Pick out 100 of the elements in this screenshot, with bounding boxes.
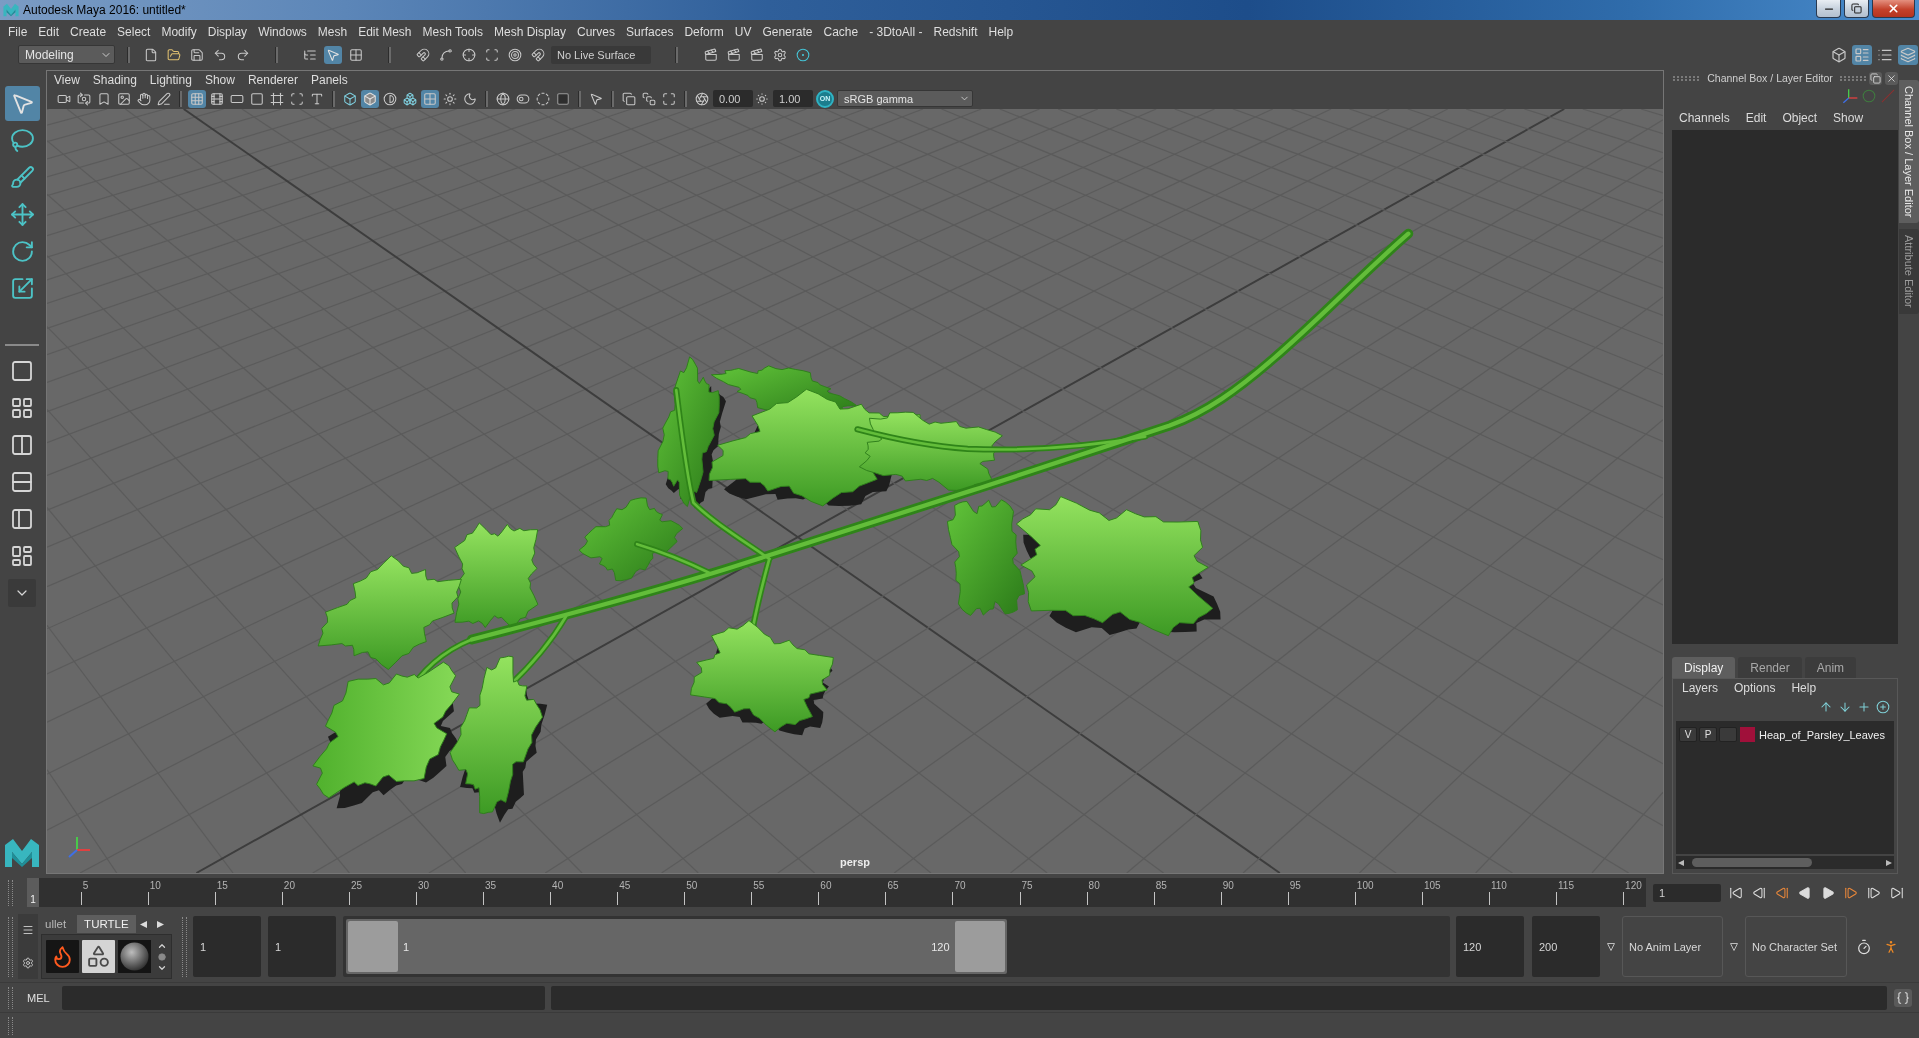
- circle-plus-icon[interactable]: [1875, 699, 1891, 715]
- character-set-field[interactable]: No Character Set: [1745, 916, 1847, 977]
- menu-item[interactable]: Cache: [823, 24, 859, 39]
- menu-item[interactable]: Generate: [762, 24, 813, 39]
- cursor-icon[interactable]: [324, 45, 342, 64]
- channel-menu-item[interactable]: Object: [1782, 111, 1818, 125]
- close-button[interactable]: [1872, 0, 1915, 18]
- menu-item[interactable]: Redshift: [933, 24, 978, 39]
- sphere-icon[interactable]: [118, 940, 151, 973]
- panel-menu-item[interactable]: Renderer: [247, 72, 298, 87]
- menu-item[interactable]: Display: [207, 24, 248, 39]
- scrollbar[interactable]: [1676, 856, 1894, 869]
- chevron-down-icon[interactable]: [8, 579, 36, 607]
- range-end-handle[interactable]: [954, 921, 1005, 972]
- playback-start-field[interactable]: 1: [268, 916, 336, 977]
- settings-icon[interactable]: [21, 955, 35, 970]
- playback-toggle[interactable]: P: [1699, 727, 1717, 742]
- layers-icon[interactable]: [1898, 44, 1918, 65]
- arrow-right-icon[interactable]: [1886, 858, 1892, 867]
- flame-icon[interactable]: [46, 940, 79, 973]
- menu-item[interactable]: Edit: [38, 24, 60, 39]
- cursor-icon[interactable]: [4, 86, 40, 121]
- shelf-tab[interactable]: ullet: [38, 915, 74, 933]
- panel-menu-item[interactable]: Panels: [310, 72, 348, 87]
- playback-end-field[interactable]: 120: [1456, 916, 1524, 977]
- channel-menu-item[interactable]: Show: [1833, 111, 1864, 125]
- arrow-left-icon[interactable]: [139, 919, 147, 929]
- panel-menu-item[interactable]: Lighting: [149, 72, 192, 87]
- view-transform-dropdown[interactable]: sRGB gamma: [837, 90, 973, 107]
- current-frame-marker[interactable]: 1: [27, 878, 39, 907]
- panel-menu-item[interactable]: Shading: [92, 72, 137, 87]
- side-tab[interactable]: Attribute Editor: [1899, 229, 1919, 315]
- shaded-cube-icon[interactable]: [361, 89, 379, 108]
- grip-handle[interactable]: [8, 879, 13, 906]
- time-slider[interactable]: 5 10 15 20 25 30 35 40 45 50 55 60 65 70 75 80 85 90 95 100 105 110 115 120 1: [27, 878, 1646, 907]
- dot-icon[interactable]: [157, 951, 167, 962]
- menu-item[interactable]: Mesh Tools: [422, 24, 483, 39]
- layer-editor-tab[interactable]: Anim: [1804, 657, 1857, 678]
- menu-item[interactable]: Surfaces: [626, 24, 674, 39]
- panel-menu-item[interactable]: Show: [204, 72, 235, 87]
- layer-editor-tab[interactable]: Display: [1672, 657, 1736, 678]
- range-slider-track[interactable]: 1 120: [343, 916, 1450, 977]
- grip-handle[interactable]: [8, 986, 13, 1009]
- display-type-toggle[interactable]: [1719, 727, 1737, 742]
- shelf-tab[interactable]: TURTLE: [77, 915, 136, 933]
- animation-end-field[interactable]: 200: [1532, 916, 1600, 977]
- arrow-left-icon[interactable]: [1678, 858, 1684, 867]
- panel-menu-item[interactable]: View: [54, 72, 80, 87]
- braces-icon[interactable]: [1893, 988, 1912, 1007]
- layer-editor-tab[interactable]: Render: [1738, 657, 1802, 678]
- command-input[interactable]: [61, 985, 545, 1010]
- channel-menu-item[interactable]: Edit: [1745, 111, 1767, 125]
- layer-menu-item[interactable]: Help: [1791, 681, 1817, 695]
- menu-item[interactable]: Mesh Display: [494, 24, 567, 39]
- menu-set-dropdown[interactable]: Modeling: [18, 45, 115, 64]
- menu-item[interactable]: Create: [70, 24, 107, 39]
- arrow-right-icon[interactable]: [156, 919, 164, 929]
- scrollbar-thumb[interactable]: [1692, 858, 1812, 867]
- grip-handle[interactable]: [1840, 75, 1866, 81]
- channel-menu-item[interactable]: Channels: [1679, 111, 1730, 125]
- caret-icon[interactable]: [1606, 942, 1616, 951]
- gamma-field[interactable]: 1.00: [773, 90, 813, 107]
- timer-icon[interactable]: [1855, 937, 1873, 956]
- menu-item[interactable]: Curves: [577, 24, 616, 39]
- current-frame-field[interactable]: 1: [1653, 883, 1721, 902]
- arrow-up-icon[interactable]: [1818, 699, 1834, 715]
- 3d-viewport[interactable]: persp: [47, 109, 1663, 873]
- layer-name[interactable]: Heap_of_Parsley_Leaves: [1759, 728, 1885, 741]
- exposure-field[interactable]: 0.00: [713, 90, 753, 107]
- menu-item[interactable]: Deform: [684, 24, 724, 39]
- grid-icon[interactable]: [421, 89, 439, 108]
- grip-handle[interactable]: [182, 916, 187, 977]
- menu-item[interactable]: Windows: [258, 24, 307, 39]
- grid-icon[interactable]: [188, 89, 206, 108]
- menu-item[interactable]: Modify: [161, 24, 197, 39]
- animation-start-field[interactable]: 1: [193, 916, 261, 977]
- plus-icon[interactable]: [1856, 699, 1872, 715]
- menu-item[interactable]: Select: [117, 24, 151, 39]
- color-swatch-icon[interactable]: [1740, 727, 1755, 742]
- menu-item[interactable]: Mesh: [317, 24, 348, 39]
- restore-button[interactable]: [1844, 0, 1869, 18]
- grip-handle[interactable]: [1673, 75, 1699, 81]
- minimize-button[interactable]: [1816, 0, 1841, 18]
- visibility-toggle[interactable]: V: [1679, 727, 1697, 742]
- shapes-icon[interactable]: [82, 940, 115, 973]
- layout-list-icon[interactable]: [1852, 44, 1872, 65]
- range-start-handle[interactable]: [348, 921, 398, 972]
- menu-item[interactable]: - 3DtoAll -: [869, 24, 923, 39]
- menu-item[interactable]: Edit Mesh: [358, 24, 412, 39]
- side-tab[interactable]: Channel Box / Layer Editor: [1899, 80, 1919, 224]
- layer-menu-item[interactable]: Options: [1734, 681, 1776, 695]
- live-surface-field[interactable]: No Live Surface: [551, 45, 651, 64]
- menu-item[interactable]: UV: [734, 24, 752, 39]
- menu-item[interactable]: Help: [988, 24, 1014, 39]
- anim-layer-field[interactable]: No Anim Layer: [1622, 916, 1723, 977]
- command-language-label[interactable]: MEL: [27, 991, 50, 1004]
- layer-menu-item[interactable]: Layers: [1682, 681, 1719, 695]
- caret-icon[interactable]: [1729, 942, 1739, 951]
- close-icon[interactable]: [1885, 71, 1898, 85]
- grip-handle[interactable]: [8, 916, 13, 977]
